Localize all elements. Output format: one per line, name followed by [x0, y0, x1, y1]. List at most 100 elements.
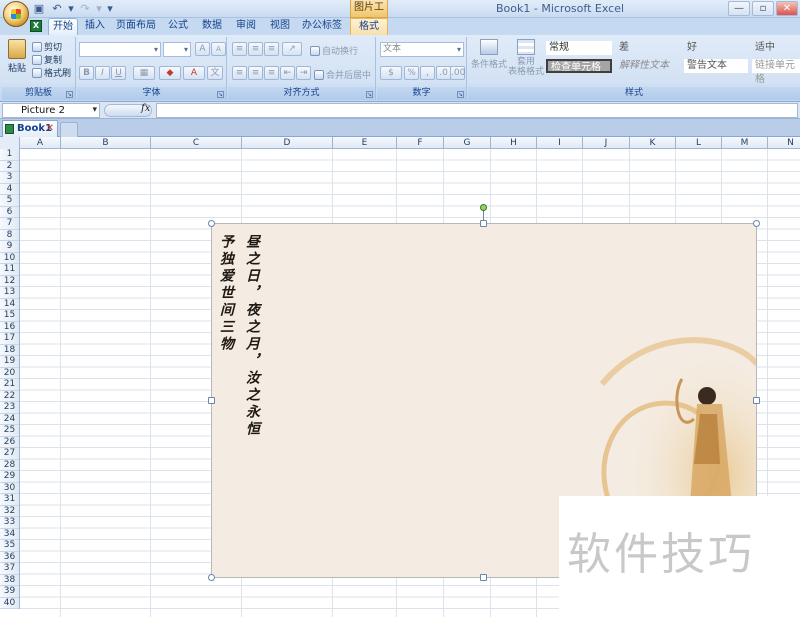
row-header[interactable]: 15: [0, 310, 19, 322]
decrease-decimal-button[interactable]: .00: [450, 66, 465, 80]
row-header[interactable]: 6: [0, 207, 19, 218]
column-header[interactable]: B: [61, 137, 151, 149]
italic-button[interactable]: I: [95, 66, 110, 80]
row-header[interactable]: 8: [0, 230, 19, 241]
font-size-combo[interactable]: [163, 42, 191, 57]
alignment-launcher-icon[interactable]: ↘: [366, 91, 373, 98]
row-header[interactable]: 25: [0, 425, 19, 437]
resize-handle-top[interactable]: [480, 220, 487, 227]
align-top-button[interactable]: ≡: [232, 42, 247, 56]
row-header[interactable]: 24: [0, 414, 19, 425]
tab-review[interactable]: 审阅: [232, 18, 260, 35]
style-explanatory[interactable]: 解释性文本: [616, 59, 680, 73]
style-neutral[interactable]: 适中: [752, 41, 800, 55]
row-header[interactable]: 7: [0, 218, 19, 230]
copy-button[interactable]: 复制: [32, 53, 62, 66]
paste-button[interactable]: 粘贴: [6, 39, 28, 74]
row-header[interactable]: 31: [0, 494, 19, 506]
fill-color-button[interactable]: ◆: [159, 66, 181, 80]
row-header[interactable]: 5: [0, 195, 19, 207]
column-header[interactable]: L: [676, 137, 722, 149]
style-good[interactable]: 好: [684, 41, 748, 55]
cut-button[interactable]: 剪切: [32, 40, 62, 53]
tab-page-layout[interactable]: 页面布局: [114, 18, 158, 35]
shrink-font-button[interactable]: A: [211, 42, 226, 56]
name-box[interactable]: Picture 2: [2, 103, 100, 118]
tab-view[interactable]: 视图: [266, 18, 294, 35]
column-header[interactable]: D: [242, 137, 333, 149]
row-header[interactable]: 20: [0, 368, 19, 379]
maximize-icon[interactable]: ▫: [752, 1, 774, 16]
column-header[interactable]: H: [491, 137, 537, 149]
row-header[interactable]: 18: [0, 345, 19, 356]
row-header[interactable]: 34: [0, 529, 19, 540]
style-bad[interactable]: 差: [616, 41, 680, 55]
merge-center-button[interactable]: 合并后居中: [314, 68, 371, 81]
office-button[interactable]: [3, 1, 29, 27]
row-header[interactable]: 23: [0, 402, 19, 414]
style-check-cell[interactable]: 检查单元格: [546, 59, 612, 73]
select-all-corner[interactable]: [0, 137, 20, 149]
row-header[interactable]: 13: [0, 287, 19, 299]
row-header[interactable]: 14: [0, 299, 19, 310]
row-header[interactable]: 3: [0, 172, 19, 184]
number-launcher-icon[interactable]: ↘: [457, 91, 464, 98]
decrease-indent-button[interactable]: ⇤: [280, 66, 295, 80]
resize-handle-left[interactable]: [208, 397, 215, 404]
row-header[interactable]: 1: [0, 149, 19, 161]
workbook-tab[interactable]: Book1 ✕: [2, 120, 58, 137]
bold-button[interactable]: B: [79, 66, 94, 80]
row-header[interactable]: 21: [0, 379, 19, 391]
row-header[interactable]: 17: [0, 333, 19, 345]
conditional-formatting-button[interactable]: 条件格式: [471, 39, 507, 70]
row-header[interactable]: 26: [0, 437, 19, 448]
tab-home[interactable]: 开始: [48, 18, 78, 35]
increase-indent-button[interactable]: ⇥: [296, 66, 311, 80]
row-header[interactable]: 30: [0, 483, 19, 494]
row-header[interactable]: 4: [0, 184, 19, 195]
column-header[interactable]: K: [630, 137, 676, 149]
row-header[interactable]: 9: [0, 241, 19, 253]
style-linked-cell[interactable]: 链接单元格: [752, 59, 800, 85]
formula-input[interactable]: [156, 103, 798, 118]
column-header[interactable]: C: [151, 137, 242, 149]
row-header[interactable]: 40: [0, 598, 19, 609]
align-middle-button[interactable]: ≡: [248, 42, 263, 56]
row-header[interactable]: 12: [0, 276, 19, 287]
row-header[interactable]: 33: [0, 517, 19, 529]
resize-handle-bottom-left[interactable]: [208, 574, 215, 581]
minimize-icon[interactable]: —: [728, 1, 750, 16]
accounting-button[interactable]: $: [380, 66, 402, 80]
column-header[interactable]: G: [444, 137, 491, 149]
row-header[interactable]: 27: [0, 448, 19, 460]
row-header[interactable]: 16: [0, 322, 19, 333]
number-format-combo[interactable]: 文本: [380, 42, 464, 57]
grow-font-button[interactable]: A: [195, 42, 210, 56]
underline-button[interactable]: U: [111, 66, 126, 80]
row-header[interactable]: 36: [0, 552, 19, 563]
percent-button[interactable]: %: [404, 66, 419, 80]
column-header[interactable]: J: [583, 137, 630, 149]
align-left-button[interactable]: ≡: [232, 66, 247, 80]
style-warning[interactable]: 警告文本: [684, 59, 748, 73]
row-header[interactable]: 35: [0, 540, 19, 552]
font-launcher-icon[interactable]: ↘: [217, 91, 224, 98]
column-header[interactable]: N: [768, 137, 800, 149]
row-header[interactable]: 22: [0, 391, 19, 402]
comma-button[interactable]: ,: [420, 66, 435, 80]
font-color-button[interactable]: A: [183, 66, 205, 80]
align-right-button[interactable]: ≡: [264, 66, 279, 80]
close-workbook-icon[interactable]: ✕: [46, 121, 54, 136]
align-bottom-button[interactable]: ≡: [264, 42, 279, 56]
row-header[interactable]: 38: [0, 575, 19, 586]
row-header[interactable]: 10: [0, 253, 19, 264]
style-normal[interactable]: 常规: [546, 41, 612, 55]
wrap-text-button[interactable]: 自动换行: [310, 44, 358, 57]
column-header[interactable]: E: [333, 137, 397, 149]
increase-decimal-button[interactable]: .0: [436, 66, 451, 80]
row-header[interactable]: 32: [0, 506, 19, 517]
insert-function-icon[interactable]: fx: [141, 103, 150, 114]
column-header[interactable]: A: [20, 137, 61, 149]
row-header[interactable]: 37: [0, 563, 19, 575]
column-header[interactable]: I: [537, 137, 583, 149]
